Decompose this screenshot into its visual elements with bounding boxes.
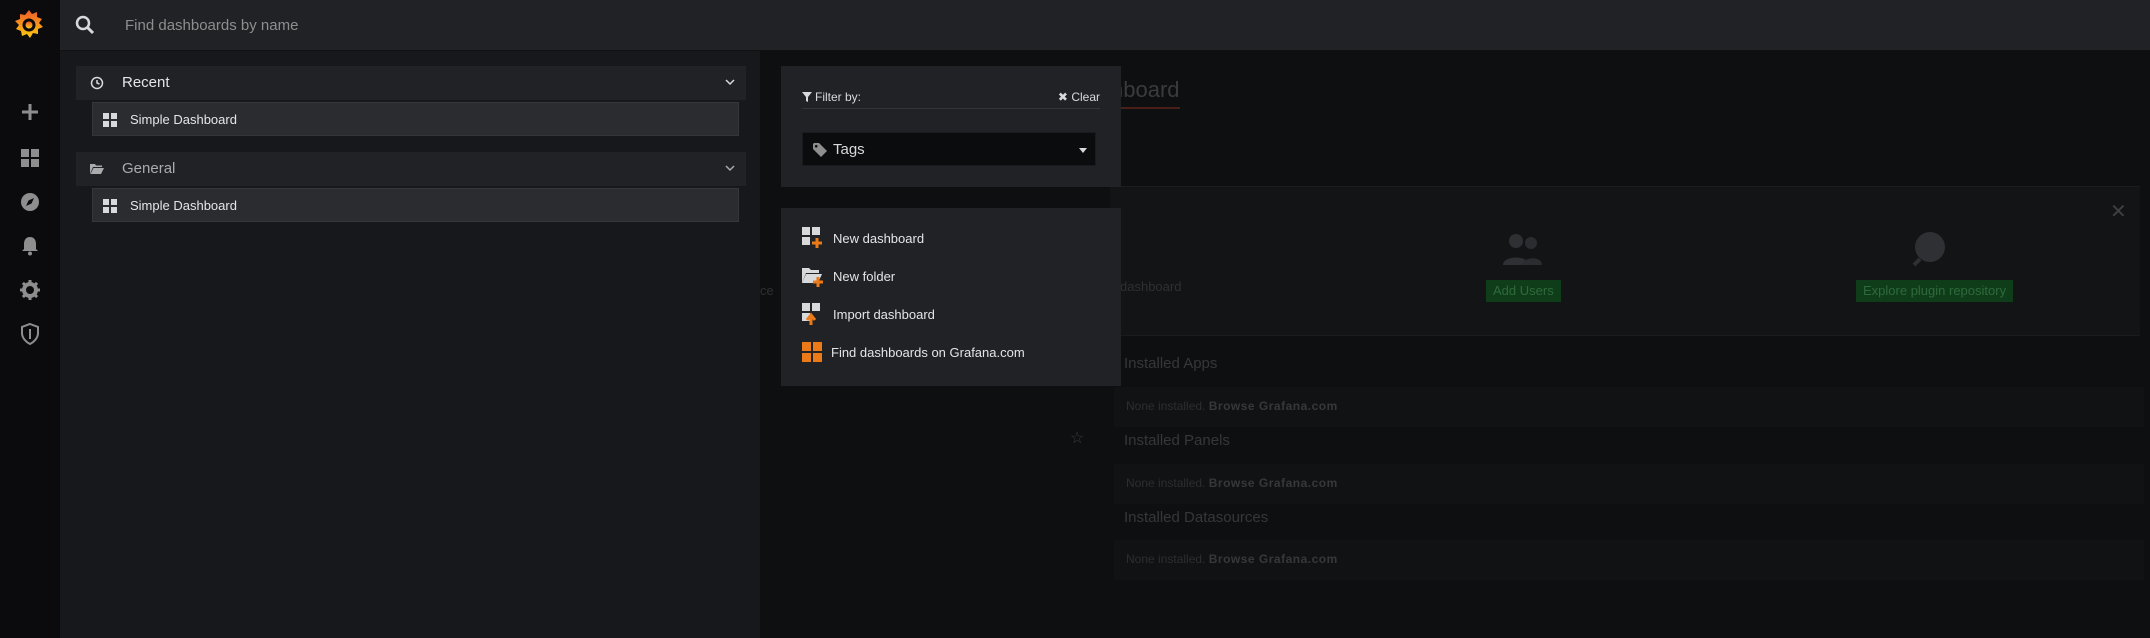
new-dashboard-icon [802, 227, 822, 248]
plus-icon[interactable] [18, 100, 42, 124]
users-icon [1503, 234, 1542, 265]
search-bar [60, 0, 2150, 51]
plugin-icon [1912, 232, 1945, 267]
section-title: Recent [122, 74, 170, 91]
search-icon [75, 15, 95, 35]
close-icon: ✖ [1057, 90, 1068, 104]
none-installed-text: None installed. [1126, 476, 1206, 490]
getting-started-strip [1110, 186, 2140, 336]
action-label: Import dashboard [833, 307, 935, 322]
dashboard-item-title: Simple Dashboard [130, 198, 237, 213]
chevron-down-icon[interactable] [724, 76, 736, 88]
chevron-down-icon[interactable] [724, 162, 736, 174]
clear-filter-button[interactable]: ✖ Clear [1058, 90, 1100, 104]
filter-label: Filter by: [802, 90, 861, 104]
server-admin-shield-icon[interactable] [18, 322, 42, 346]
browse-grafana-link[interactable]: Browse Grafana.com [1209, 399, 1338, 413]
none-installed-text: None installed. [1126, 552, 1206, 566]
search-results-panel: Recent Simple Dashboard General Simple D… [60, 51, 760, 638]
installed-datasources-row: None installed. Browse Grafana.com [1114, 540, 2144, 580]
new-dashboard-step-label: dashboard [1120, 279, 1182, 294]
add-users-button[interactable]: Add Users [1486, 280, 1561, 302]
section-title: General [122, 160, 176, 177]
dashboard-grid-icon [103, 199, 117, 213]
search-input[interactable] [125, 14, 725, 36]
dashboard-item[interactable]: Simple Dashboard [92, 102, 739, 136]
clear-label: Clear [1071, 90, 1100, 104]
new-folder-link[interactable]: New folder [802, 264, 1102, 290]
dashboard-item[interactable]: Simple Dashboard [92, 188, 739, 222]
installed-datasources-heading: Installed Datasources [1124, 509, 1269, 526]
cut-label: ce [760, 283, 774, 298]
section-general: General Simple Dashboard [76, 152, 746, 222]
section-header-general[interactable]: General [76, 152, 746, 186]
explore-plugins-button[interactable]: Explore plugin repository [1856, 280, 2014, 302]
tags-select-label: Tags [833, 141, 865, 158]
divider [802, 108, 1100, 109]
action-label: New folder [833, 269, 896, 284]
dashboard-grid-icon [103, 113, 117, 127]
caret-down-icon [1079, 148, 1087, 153]
filter-label-text: Filter by: [815, 90, 862, 104]
installed-panels-row: None installed. Browse Grafana.com [1114, 464, 2144, 504]
browse-grafana-link[interactable]: Browse Grafana.com [1209, 552, 1338, 566]
star-icon[interactable]: ☆ [1070, 428, 1084, 448]
configuration-gear-icon[interactable] [18, 278, 42, 302]
installed-apps-heading: Installed Apps [1124, 355, 1218, 372]
folder-open-icon [90, 164, 104, 174]
alerting-bell-icon[interactable] [18, 234, 42, 258]
grafana-com-dashboards-icon [802, 342, 822, 362]
tag-icon [813, 143, 827, 157]
import-dashboard-icon [802, 303, 820, 325]
filter-funnel-icon [802, 92, 812, 102]
close-icon[interactable]: ✕ [2110, 199, 2127, 224]
installed-apps-row: None installed. Browse Grafana.com [1114, 387, 2144, 427]
section-header-recent[interactable]: Recent [76, 66, 746, 100]
action-label: New dashboard [833, 231, 925, 246]
clock-icon [90, 76, 104, 90]
actions-panel: New dashboard New folder Import dashboar… [781, 208, 1121, 386]
side-menu [0, 0, 60, 638]
none-installed-text: None installed. [1126, 399, 1206, 413]
new-folder-icon [802, 268, 823, 287]
dashboards-icon[interactable] [18, 146, 42, 170]
installed-panels-heading: Installed Panels [1124, 432, 1230, 449]
tags-select[interactable]: Tags [802, 132, 1096, 166]
import-dashboard-link[interactable]: Import dashboard [802, 302, 1102, 328]
dashboard-item-title: Simple Dashboard [130, 112, 237, 127]
new-dashboard-link[interactable]: New dashboard [802, 226, 1102, 252]
grafana-logo-icon[interactable] [12, 8, 46, 42]
browse-grafana-link[interactable]: Browse Grafana.com [1209, 476, 1338, 490]
section-recent: Recent Simple Dashboard [76, 66, 746, 136]
find-grafana-dashboards-link[interactable]: Find dashboards on Grafana.com [802, 340, 1102, 366]
explore-icon[interactable] [18, 190, 42, 214]
filter-panel: Filter by: ✖ Clear Tags [781, 66, 1121, 187]
action-label: Find dashboards on Grafana.com [831, 345, 1025, 360]
